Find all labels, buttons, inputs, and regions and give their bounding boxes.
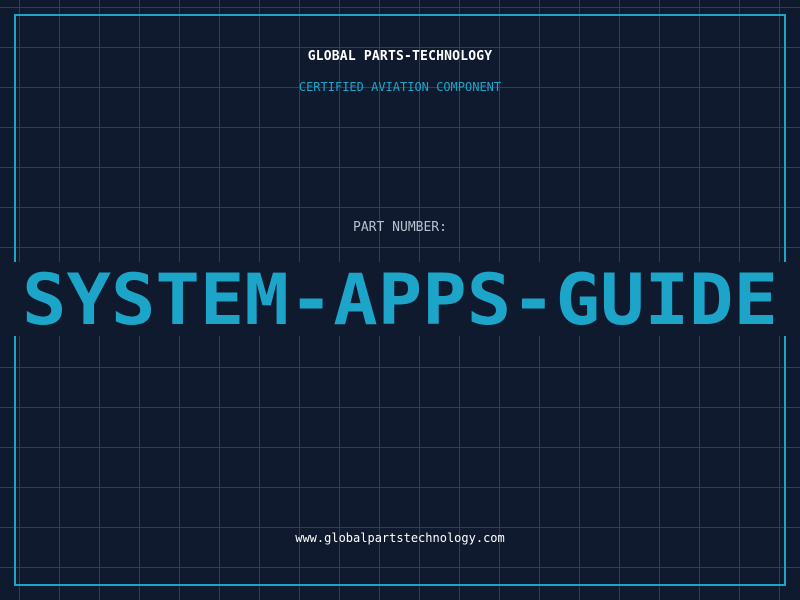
label-card: GLOBAL PARTS-TECHNOLOGY CERTIFIED AVIATI… <box>0 0 800 600</box>
website-url: www.globalpartstechnology.com <box>295 531 505 545</box>
part-number-value: SYSTEM-APPS-GUIDE <box>22 262 778 336</box>
part-number-display: SYSTEM-APPS-GUIDE <box>22 262 778 336</box>
certification-subtitle: CERTIFIED AVIATION COMPONENT <box>298 80 502 94</box>
company-name: GLOBAL PARTS-TECHNOLOGY <box>307 49 493 64</box>
part-number-label: PART NUMBER: <box>353 220 447 235</box>
